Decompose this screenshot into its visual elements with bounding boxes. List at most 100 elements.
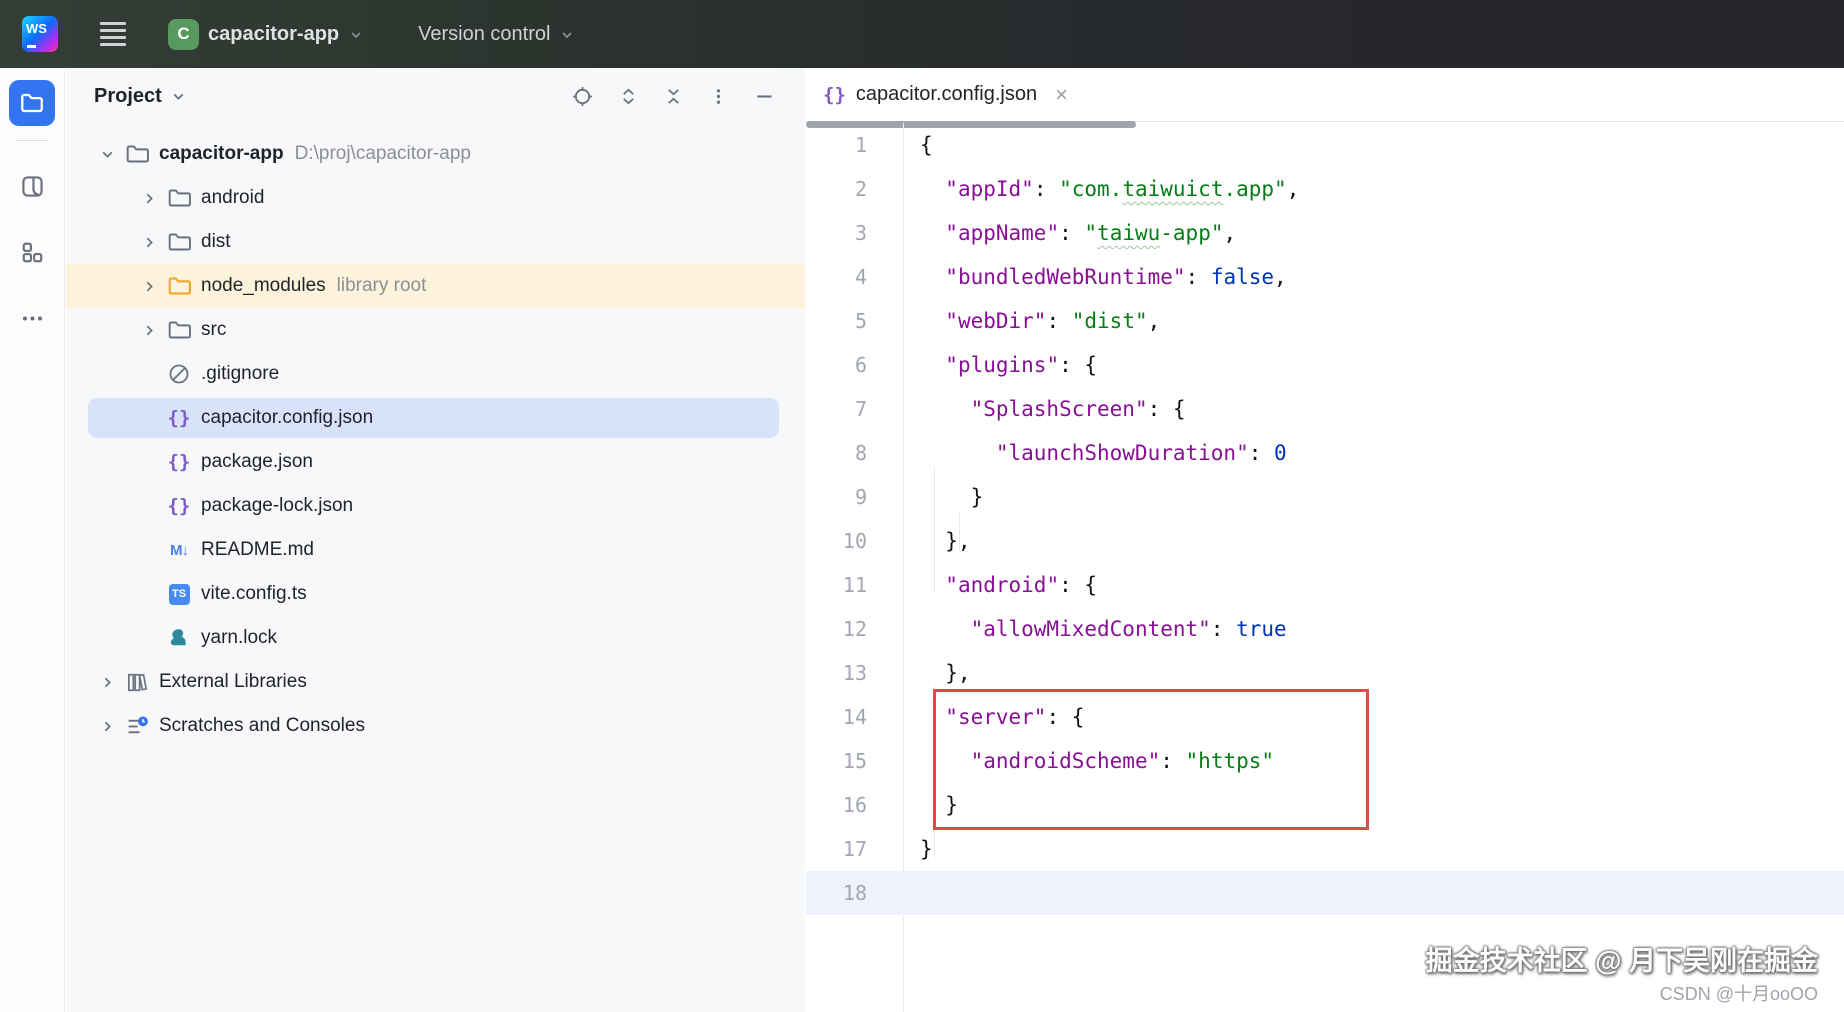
more-options-icon[interactable] <box>709 87 728 106</box>
code-line-3[interactable]: 3 "appName": "taiwu-app", <box>806 211 1844 255</box>
code-token: : <box>1249 441 1274 465</box>
tree-item-label: android <box>201 187 264 209</box>
editor-area: {} capacitor.config.json 1{2 "appId": "c… <box>806 68 1844 1012</box>
webstorm-window: WS C capacitor-app Version control <box>0 0 1844 1012</box>
chevron-right-icon[interactable] <box>136 190 162 207</box>
tree-item-label: node_modules <box>201 275 326 297</box>
code-line-2[interactable]: 2 "appId": "com.taiwuict.app", <box>806 167 1844 211</box>
tree-item-package-lock-json[interactable]: {}package-lock.json <box>66 484 805 528</box>
code-editor[interactable]: 1{2 "appId": "com.taiwuict.app",3 "appNa… <box>806 123 1844 1012</box>
tree-item-android[interactable]: android <box>66 176 805 220</box>
code-token: : <box>1034 177 1059 201</box>
line-number[interactable]: 17 <box>806 837 903 861</box>
tree-item-package-json[interactable]: {}package.json <box>66 440 805 484</box>
code-token: , <box>1223 221 1236 245</box>
tree-item-src[interactable]: src <box>66 308 805 352</box>
vcs-widget[interactable]: Version control <box>418 23 575 46</box>
tree-item-scratches-and-consoles[interactable]: Scratches and Consoles <box>66 704 805 748</box>
tree-item-yarn-lock[interactable]: yarn.lock <box>66 616 805 660</box>
line-number[interactable]: 18 <box>806 881 903 905</box>
webstorm-logo-icon[interactable]: WS <box>22 16 58 52</box>
code-line-1[interactable]: 1{ <box>806 123 1844 167</box>
tree-item-label: capacitor-app <box>159 143 284 165</box>
tree-item-label: External Libraries <box>159 671 307 693</box>
line-number[interactable]: 8 <box>806 441 903 465</box>
code-token: : { <box>1059 573 1097 597</box>
line-number[interactable]: 10 <box>806 529 903 553</box>
line-number[interactable]: 5 <box>806 309 903 333</box>
folder-orange-icon <box>166 274 192 298</box>
line-number[interactable]: 7 <box>806 397 903 421</box>
code-token: -app" <box>1160 221 1223 245</box>
main-toolbar: WS C capacitor-app Version control <box>0 0 1844 68</box>
code-line-18[interactable]: 18 <box>806 871 1844 915</box>
line-number[interactable]: 13 <box>806 661 903 685</box>
code-token: : <box>1046 309 1071 333</box>
tree-item-node-modules[interactable]: node_moduleslibrary root <box>66 264 805 308</box>
line-number[interactable]: 16 <box>806 793 903 817</box>
code-line-7[interactable]: 7 "SplashScreen": { <box>806 387 1844 431</box>
tree-item-capacitor-config-json[interactable]: {}capacitor.config.json <box>66 396 805 440</box>
tab-close-icon[interactable] <box>1053 86 1070 103</box>
chevron-right-icon[interactable] <box>94 718 120 735</box>
json-icon: {} <box>166 407 192 429</box>
line-number[interactable]: 2 <box>806 177 903 201</box>
project-panel-title[interactable]: Project <box>94 85 162 108</box>
tab-label: capacitor.config.json <box>856 83 1037 106</box>
structure-tool-window-icon[interactable] <box>9 229 55 275</box>
line-number[interactable]: 9 <box>806 485 903 509</box>
line-number[interactable]: 15 <box>806 749 903 773</box>
tree-item-dist[interactable]: dist <box>66 220 805 264</box>
chevron-right-icon[interactable] <box>136 234 162 251</box>
bookmarks-tool-window-icon[interactable] <box>9 163 55 209</box>
chevron-right-icon[interactable] <box>136 278 162 295</box>
code-text: "appName": "taiwu-app", <box>903 221 1236 245</box>
typescript-icon: TS <box>166 584 192 605</box>
code-text: }, <box>903 661 971 685</box>
tree-item--gitignore[interactable]: .gitignore <box>66 352 805 396</box>
tree-item-external-libraries[interactable]: External Libraries <box>66 660 805 704</box>
project-widget[interactable]: C capacitor-app <box>168 19 364 50</box>
code-line-6[interactable]: 6 "plugins": { <box>806 343 1844 387</box>
line-number[interactable]: 11 <box>806 573 903 597</box>
code-token: "appId" <box>945 177 1034 201</box>
json-file-icon: {} <box>823 84 846 106</box>
locate-file-icon[interactable] <box>572 86 593 107</box>
code-line-11[interactable]: 11 "android": { <box>806 563 1844 607</box>
code-line-5[interactable]: 5 "webDir": "dist", <box>806 299 1844 343</box>
line-number[interactable]: 14 <box>806 705 903 729</box>
code-line-4[interactable]: 4 "bundledWebRuntime": false, <box>806 255 1844 299</box>
line-number[interactable]: 3 <box>806 221 903 245</box>
more-tool-windows-icon[interactable] <box>9 295 55 341</box>
tree-item-readme-md[interactable]: M↓README.md <box>66 528 805 572</box>
tree-item-capacitor-app[interactable]: capacitor-app D:\proj\capacitor-app <box>66 132 805 176</box>
code-token: { <box>920 133 933 157</box>
chevron-down-icon <box>348 27 364 43</box>
project-tool-window-icon[interactable] <box>9 80 55 126</box>
chevron-down-icon[interactable] <box>94 146 120 163</box>
tree-item-label: yarn.lock <box>201 627 277 649</box>
tab-capacitor-config-json[interactable]: {} capacitor.config.json <box>806 68 1088 121</box>
line-number[interactable]: 12 <box>806 617 903 641</box>
code-line-17[interactable]: 17} <box>806 827 1844 871</box>
tree-item-hint: D:\proj\capacitor-app <box>295 143 471 165</box>
json-icon: {} <box>166 451 192 473</box>
main-menu-icon[interactable] <box>100 22 126 46</box>
tree-item-vite-config-ts[interactable]: TSvite.config.ts <box>66 572 805 616</box>
code-line-12[interactable]: 12 "allowMixedContent": true <box>806 607 1844 651</box>
chevron-right-icon[interactable] <box>94 674 120 691</box>
code-line-10[interactable]: 10 }, <box>806 519 1844 563</box>
expand-all-icon[interactable] <box>619 87 638 106</box>
code-token <box>920 617 971 641</box>
line-number[interactable]: 4 <box>806 265 903 289</box>
chevron-right-icon[interactable] <box>136 322 162 339</box>
collapse-all-icon[interactable] <box>664 87 683 106</box>
chevron-down-icon[interactable] <box>170 88 187 105</box>
tool-window-bar <box>0 68 65 1012</box>
folder-icon <box>166 186 192 210</box>
hide-panel-icon[interactable] <box>754 86 775 107</box>
code-line-9[interactable]: 9 } <box>806 475 1844 519</box>
code-line-8[interactable]: 8 "launchShowDuration": 0 <box>806 431 1844 475</box>
line-number[interactable]: 6 <box>806 353 903 377</box>
line-number[interactable]: 1 <box>806 133 903 157</box>
